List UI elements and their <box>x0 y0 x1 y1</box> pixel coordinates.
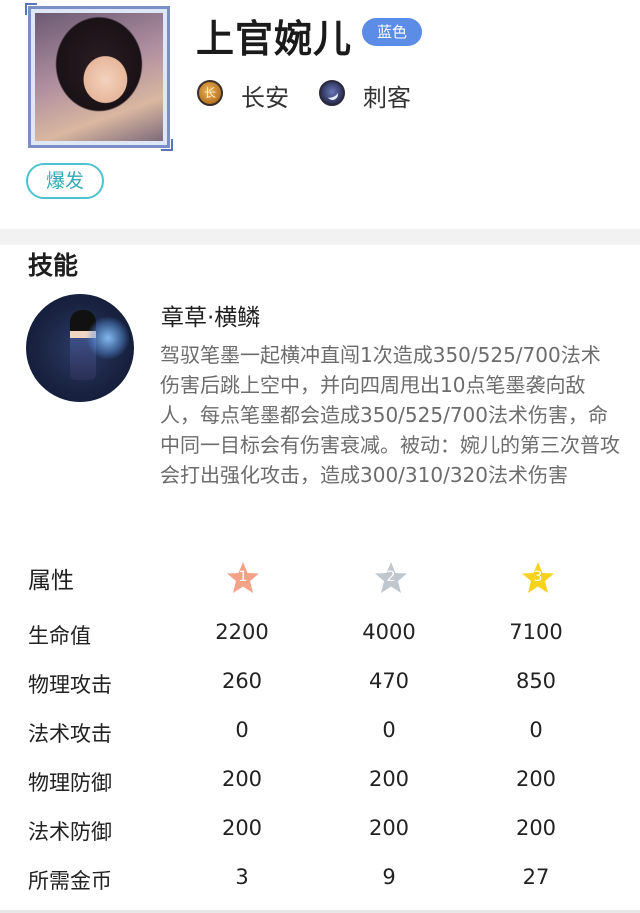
skill-icon[interactable] <box>26 294 134 402</box>
star-level-1-icon: 1 <box>225 560 261 596</box>
hero-portrait-image <box>35 13 163 141</box>
quality-badge: 蓝色 <box>362 18 423 46</box>
row-label-physical-attack: 物理攻击 <box>28 673 112 697</box>
skill-description: 驾驭笔墨一起横冲直闯1次造成350/525/700法术伤害后跳上空中，并向四周甩… <box>160 343 620 487</box>
cell-magic-defense-star1: 200 <box>221 816 263 840</box>
row-label-gold-cost: 所需金币 <box>28 869 112 893</box>
hero-name: 上官婉儿 <box>196 17 353 61</box>
star-level-2-icon: 2 <box>373 560 409 596</box>
faction-label: 长安 <box>241 84 289 112</box>
row-label-hp: 生命值 <box>28 624 91 648</box>
cell-hp-star3: 7100 <box>509 620 563 644</box>
cell-physical-attack-star1: 260 <box>221 669 263 693</box>
cell-hp-star1: 2200 <box>215 620 269 644</box>
cell-gold-cost-star3: 27 <box>522 865 550 889</box>
burst-tag[interactable]: 爆发 <box>26 163 104 199</box>
assassin-role-icon <box>319 80 345 106</box>
cell-magic-defense-star2: 200 <box>368 816 410 840</box>
attributes-title: 属性 <box>28 568 74 594</box>
row-label-magic-attack: 法术攻击 <box>28 722 112 746</box>
cell-gold-cost-star1: 3 <box>235 865 249 889</box>
faction-icon <box>197 80 223 106</box>
cell-magic-attack-star3: 0 <box>529 718 543 742</box>
star-level-3-label: 3 <box>533 569 543 585</box>
cell-gold-cost-star2: 9 <box>382 865 396 889</box>
star-level-3-icon: 3 <box>520 560 556 596</box>
row-label-physical-defense: 物理防御 <box>28 771 112 795</box>
cell-physical-defense-star1: 200 <box>221 767 263 791</box>
cell-physical-attack-star3: 850 <box>515 669 557 693</box>
cell-physical-attack-star2: 470 <box>368 669 410 693</box>
skills-section-title: 技能 <box>28 251 79 280</box>
role-label: 刺客 <box>363 84 411 112</box>
row-label-magic-defense: 法术防御 <box>28 820 112 844</box>
cell-physical-defense-star3: 200 <box>515 767 557 791</box>
section-divider <box>0 229 640 245</box>
hero-portrait <box>25 3 173 151</box>
cell-physical-defense-star2: 200 <box>368 767 410 791</box>
cell-magic-defense-star3: 200 <box>515 816 557 840</box>
star-level-2-label: 2 <box>386 569 396 585</box>
cell-magic-attack-star2: 0 <box>382 718 396 742</box>
skill-name: 章草·横鳞 <box>161 305 261 331</box>
star-level-1-label: 1 <box>238 569 248 585</box>
cell-magic-attack-star1: 0 <box>235 718 249 742</box>
cell-hp-star2: 4000 <box>362 620 416 644</box>
